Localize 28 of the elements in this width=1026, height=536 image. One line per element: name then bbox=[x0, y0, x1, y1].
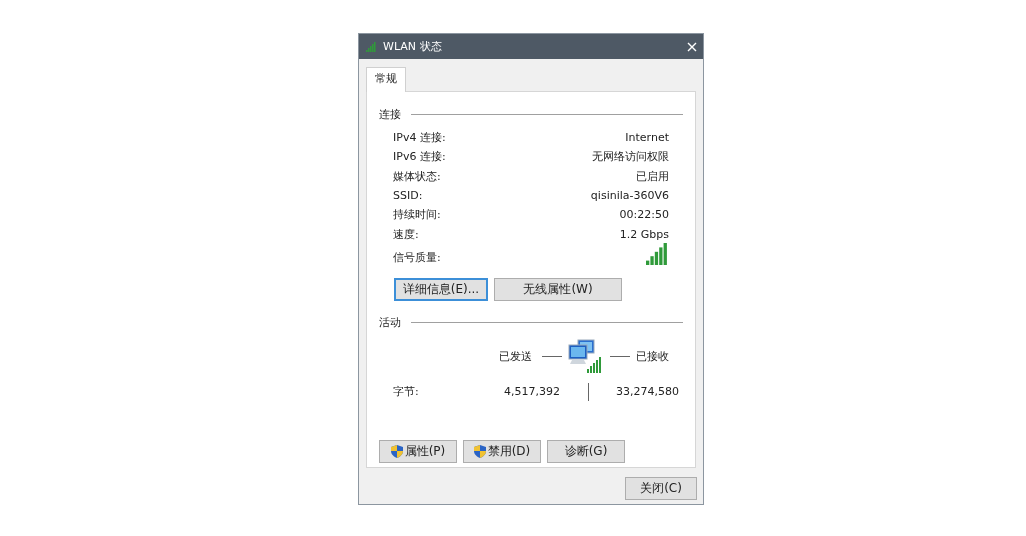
section-heading: 活动 bbox=[379, 314, 401, 330]
tab[interactable]: 常规 bbox=[366, 67, 406, 92]
field-label: IPv6 连接: bbox=[393, 149, 446, 165]
dialog-button[interactable]: 禁用(D) bbox=[463, 439, 541, 463]
row-label: 字节: bbox=[393, 384, 420, 400]
received-label: 已接收 bbox=[636, 349, 669, 365]
dialog-button[interactable]: 属性(P) bbox=[379, 439, 457, 463]
field-value: 无网络访问权限 bbox=[592, 149, 669, 165]
field-label: 媒体状态: bbox=[393, 168, 441, 184]
dialog-button[interactable]: 无线属性(W) bbox=[494, 277, 622, 301]
dialog-button[interactable]: 诊断(G) bbox=[547, 439, 625, 463]
field-label: 信号质量: bbox=[393, 249, 441, 265]
field-value: 已启用 bbox=[636, 168, 669, 184]
dialog-button[interactable]: 详细信息(E)... bbox=[394, 277, 488, 301]
field-label: SSID: bbox=[393, 189, 423, 203]
received-count: 33,274,580 bbox=[616, 385, 679, 399]
field-label: 持续时间: bbox=[393, 207, 441, 223]
dialog-button[interactable]: 关闭(C) bbox=[625, 477, 697, 500]
field-value: qisinila-360V6 bbox=[590, 189, 669, 203]
field-label: IPv4 连接: bbox=[393, 130, 446, 146]
field-value: 00:22:50 bbox=[619, 208, 669, 222]
sent-label: 已发送 bbox=[499, 349, 532, 365]
section-heading: 连接 bbox=[379, 107, 401, 122]
field-label: 速度: bbox=[393, 226, 419, 242]
sent-count: 4,517,392 bbox=[503, 385, 560, 399]
window-title: WLAN 状态 bbox=[383, 39, 443, 54]
field-value: Internet bbox=[625, 131, 669, 145]
field-value: 1.2 Gbps bbox=[619, 227, 669, 241]
